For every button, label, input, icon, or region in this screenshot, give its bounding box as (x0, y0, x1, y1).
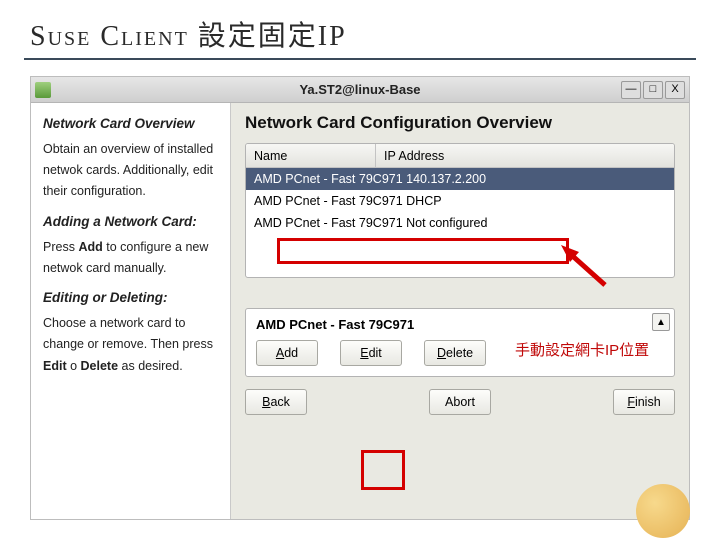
table-row[interactable]: AMD PCnet - Fast 79C971 Not configured (246, 212, 674, 234)
table-header: Name IP Address (246, 144, 674, 168)
nav-buttons: Back Abort Finish (245, 389, 675, 415)
selected-device: AMD PCnet - Fast 79C971 (256, 317, 664, 332)
table-row[interactable]: AMD PCnet - Fast 79C971 140.137.2.200 (246, 168, 674, 190)
delete-button[interactable]: Delete (424, 340, 486, 366)
help-pane: Network Card Overview Obtain an overview… (31, 103, 231, 519)
help-heading-add: Adding a Network Card: (43, 211, 218, 234)
edit-button[interactable]: Edit (340, 340, 402, 366)
abort-button[interactable]: Abort (429, 389, 491, 415)
help-heading-overview: Network Card Overview (43, 113, 218, 136)
back-button[interactable]: Back (245, 389, 307, 415)
window-title: Ya.ST2@linux-Base (299, 82, 420, 97)
slide-title: Suse Client 設定固定IP (0, 0, 720, 58)
add-button[interactable]: Add (256, 340, 318, 366)
finish-button[interactable]: Finish (613, 389, 675, 415)
help-text-add: Press Add to configure a new netwok card… (43, 237, 218, 280)
scroll-up-icon[interactable]: ▲ (652, 313, 670, 331)
minimize-button[interactable]: — (621, 81, 641, 99)
annotation-label: 手動設定網卡IP位置 (515, 339, 649, 360)
maximize-button[interactable]: □ (643, 81, 663, 99)
col-ip[interactable]: IP Address (376, 149, 674, 163)
config-pane: Network Card Configuration Overview Name… (231, 103, 689, 519)
slide-rule (24, 58, 696, 60)
app-icon (35, 82, 51, 98)
config-title: Network Card Configuration Overview (245, 113, 675, 133)
help-text-edit: Choose a network card to change or remov… (43, 313, 218, 377)
network-card-table: Name IP Address AMD PCnet - Fast 79C971 … (245, 143, 675, 278)
content-area: Network Card Overview Obtain an overview… (31, 103, 689, 519)
close-button[interactable]: X (665, 81, 685, 99)
col-name[interactable]: Name (246, 144, 376, 167)
table-row[interactable]: AMD PCnet - Fast 79C971 DHCP (246, 190, 674, 212)
yast-window: Ya.ST2@linux-Base — □ X Network Card Ove… (30, 76, 690, 520)
help-text-overview: Obtain an overview of installed netwok c… (43, 139, 218, 203)
help-heading-edit: Editing or Deleting: (43, 287, 218, 310)
titlebar: Ya.ST2@linux-Base — □ X (31, 77, 689, 103)
decorative-circle (636, 484, 690, 538)
window-controls: — □ X (621, 81, 685, 99)
